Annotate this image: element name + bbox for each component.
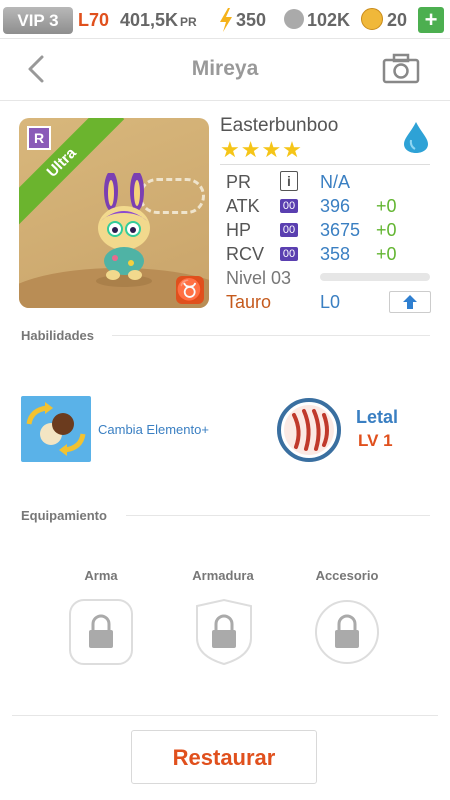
lethal-skill-name: Letal (356, 407, 399, 427)
pr-label: PR (226, 172, 252, 192)
restore-button[interactable]: Restaurar (131, 730, 317, 784)
power-unit: PR (180, 15, 197, 29)
rcv-label: RCV (226, 244, 265, 264)
status-bar: VIP 3 L70 401,5K PR 350 102K 20 + (0, 0, 450, 39)
weapon-slot[interactable] (68, 598, 134, 666)
armor-label: Armadura (192, 568, 254, 583)
level-label: Nivel 03 (226, 268, 292, 288)
accessory-slot[interactable] (314, 598, 380, 666)
hp-value: 3675 (320, 220, 361, 240)
atk-badge: 00 (280, 199, 298, 213)
camera-icon[interactable] (382, 52, 420, 84)
rcv-value: 358 (320, 244, 351, 264)
energy-count: 350 (236, 10, 267, 30)
rarity-badge: R (27, 126, 51, 150)
star-rating: ★★★★ (220, 137, 303, 162)
atk-value: 396 (320, 196, 351, 216)
nav-bar: Mireya (0, 38, 450, 101)
taurus-zodiac-icon: ♉ (176, 276, 204, 304)
claw-slash-icon[interactable] (276, 397, 342, 463)
power-value: 401,5K (120, 10, 179, 30)
hp-bonus: +0 (376, 220, 397, 240)
swap-element-icon (26, 402, 86, 456)
lightning-icon (220, 8, 232, 32)
water-element-icon (404, 122, 428, 153)
paw-count: 102K (307, 10, 351, 30)
paw-icon (284, 9, 304, 29)
add-coins-button[interactable]: + (418, 7, 444, 33)
player-power: 401,5K PR (120, 8, 197, 34)
rcv-badge: 00 (280, 247, 298, 261)
lethal-skill-level: LV 1 (358, 431, 393, 450)
rcv-bonus: +0 (376, 244, 397, 264)
hero-portrait[interactable]: Ultra R ♉ (19, 118, 209, 308)
limit-level: L0 (320, 292, 341, 312)
pr-value: N/A (320, 172, 351, 192)
coin-count: 20 (387, 10, 408, 30)
atk-label: ATK (226, 196, 260, 216)
hp-badge: 00 (280, 223, 298, 237)
zodiac-label: Tauro (226, 292, 272, 312)
abilities-heading: Habilidades (21, 328, 94, 343)
upgrade-button[interactable] (389, 291, 431, 313)
weapon-label: Arma (84, 568, 118, 583)
armor-slot[interactable] (191, 598, 257, 666)
atk-bonus: +0 (376, 196, 397, 216)
player-level: L70 (78, 10, 110, 30)
equipment-divider (126, 515, 430, 516)
level-progress-bar (320, 273, 430, 281)
skill-name: Cambia Elemento+ (98, 422, 209, 437)
vip-badge[interactable]: VIP 3 (3, 7, 73, 34)
bunny-creature-image (96, 173, 152, 287)
equipment-heading: Equipamiento (21, 508, 107, 523)
coin-icon (361, 8, 383, 30)
info-icon[interactable]: i (280, 171, 298, 191)
element-change-skill-icon[interactable] (21, 396, 91, 462)
hp-label: HP (226, 220, 252, 240)
abilities-divider (112, 335, 430, 336)
arrow-up-icon (403, 295, 417, 309)
name-divider (220, 164, 430, 165)
hero-name: Easterbunboo (220, 115, 339, 136)
footer-divider (12, 715, 438, 716)
accessory-label: Accesorio (315, 568, 379, 583)
